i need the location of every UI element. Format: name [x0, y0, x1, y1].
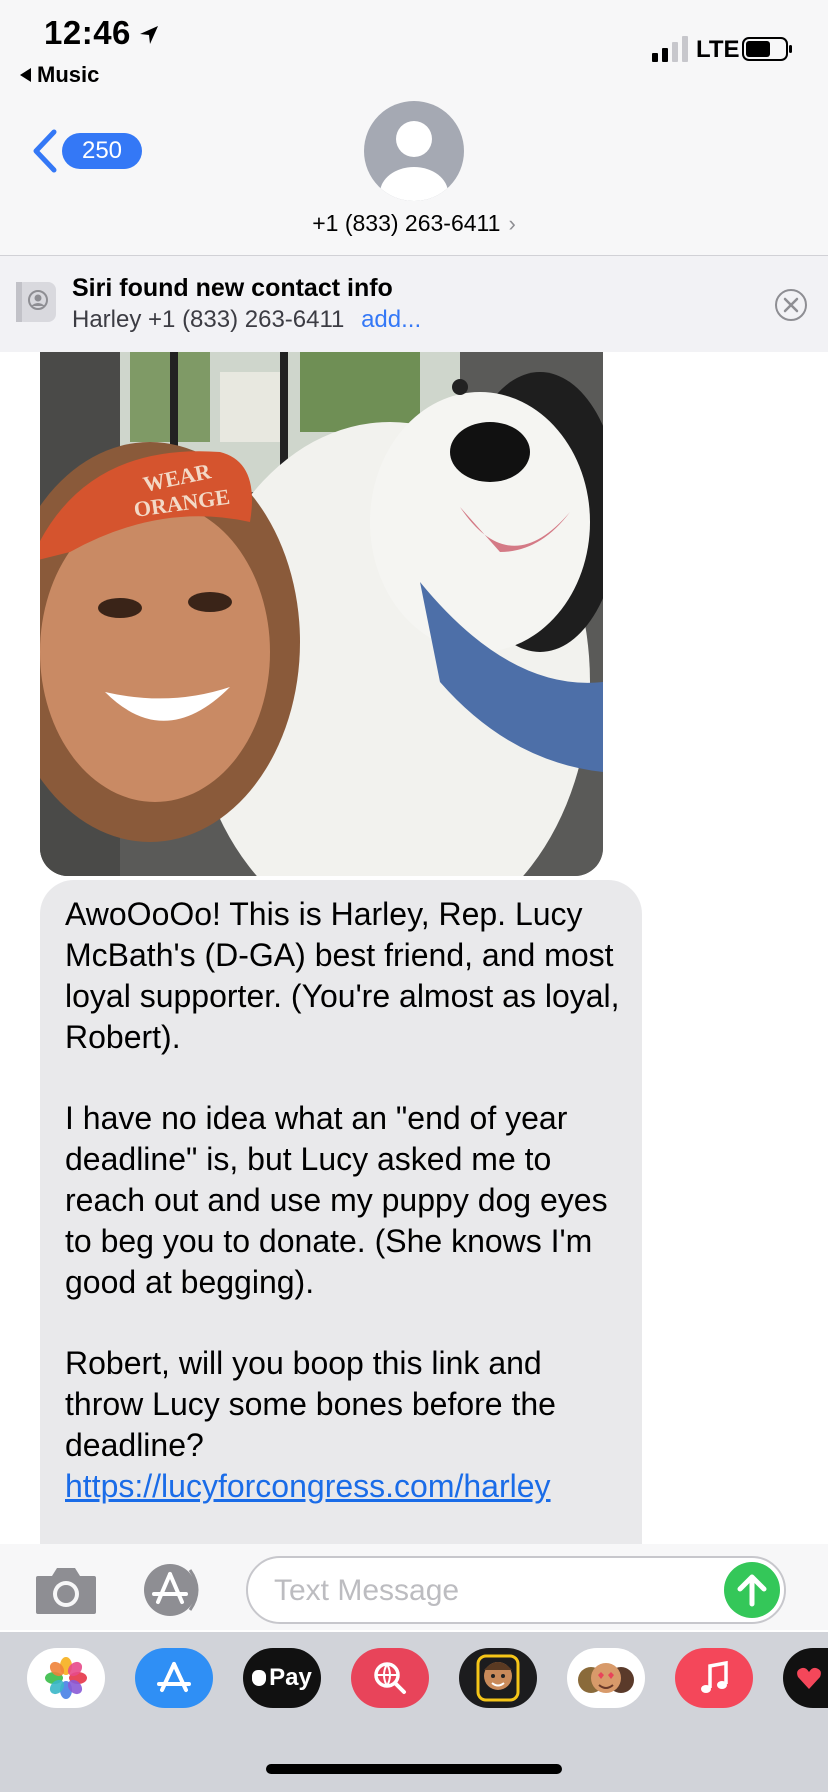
heart-icon [797, 1667, 821, 1689]
memoji-stickers-icon [578, 1663, 634, 1693]
contacts-app-icon [16, 282, 56, 322]
message-body: AwoOoOo! This is Harley, Rep. Lucy McBat… [65, 894, 625, 1547]
add-contact-link[interactable]: add... [361, 306, 421, 333]
back-triangle-icon [20, 68, 31, 82]
app-store-a-icon [157, 1662, 191, 1692]
message-paragraph: AwoOoOo! This is Harley, Rep. Lucy McBat… [65, 896, 620, 1055]
signal-strength-icon [652, 36, 688, 62]
image-search-app-button[interactable] [351, 1648, 429, 1708]
network-type: LTE [696, 36, 740, 63]
chevron-right-icon: › [508, 211, 516, 236]
music-app-button[interactable] [675, 1648, 753, 1708]
camera-icon[interactable] [34, 1564, 98, 1616]
send-button[interactable] [724, 1562, 780, 1618]
woman-and-dog-photo: WEAR ORANGE [40, 352, 603, 876]
contact-avatar[interactable] [364, 101, 464, 201]
app-store-icon[interactable] [140, 1562, 212, 1618]
person-silhouette-icon [380, 121, 448, 201]
unread-count-badge[interactable]: 250 [62, 133, 142, 169]
back-chevron-icon[interactable] [30, 128, 60, 174]
suggested-number: +1 (833) 263-6411 [148, 306, 345, 333]
close-icon[interactable] [774, 288, 808, 322]
message-paragraph: Robert, will you boop this link and thro… [65, 1343, 625, 1507]
location-arrow-icon [140, 26, 158, 44]
message-text: Robert, will you boop this link and thro… [65, 1345, 556, 1463]
battery-icon [742, 37, 792, 61]
memoji-stickers-app-button[interactable] [567, 1648, 645, 1708]
back-app-label: Music [37, 62, 100, 87]
status-time: 12:46 [44, 14, 131, 51]
siri-banner-subtitle: Harley +1 (833) 263-6411 add... [72, 306, 421, 334]
contact-number: +1 (833) 263-6411 [312, 210, 501, 236]
message-photo[interactable]: WEAR ORANGE [40, 352, 603, 876]
contact-number-button[interactable]: +1 (833) 263-6411 › [0, 210, 828, 237]
message-input[interactable] [272, 1568, 706, 1614]
memoji-app-button[interactable] [459, 1648, 537, 1708]
apple-logo-icon [252, 1670, 267, 1686]
memoji-face-icon [476, 1654, 520, 1702]
siri-banner-title: Siri found new contact info [72, 274, 393, 302]
app-store-app-button[interactable] [135, 1648, 213, 1708]
arrow-up-icon [737, 1574, 767, 1607]
back-to-app-link[interactable]: Music [20, 62, 99, 88]
message-paragraph: I have no idea what an "end of year dead… [65, 1100, 608, 1300]
apple-pay-app-button[interactable]: Pay [243, 1648, 321, 1708]
apple-pay-label: Pay [269, 1664, 312, 1691]
home-indicator [266, 1764, 562, 1774]
photos-flower-icon [45, 1657, 87, 1699]
message-input-field[interactable] [246, 1556, 786, 1624]
donation-link[interactable]: https://lucyforcongress.com/harley [65, 1468, 551, 1504]
suggested-name: Harley [72, 306, 142, 333]
music-note-icon [701, 1660, 728, 1693]
siri-suggestion-banner [0, 256, 828, 352]
photos-app-button[interactable] [27, 1648, 105, 1708]
globe-search-icon [374, 1662, 406, 1694]
